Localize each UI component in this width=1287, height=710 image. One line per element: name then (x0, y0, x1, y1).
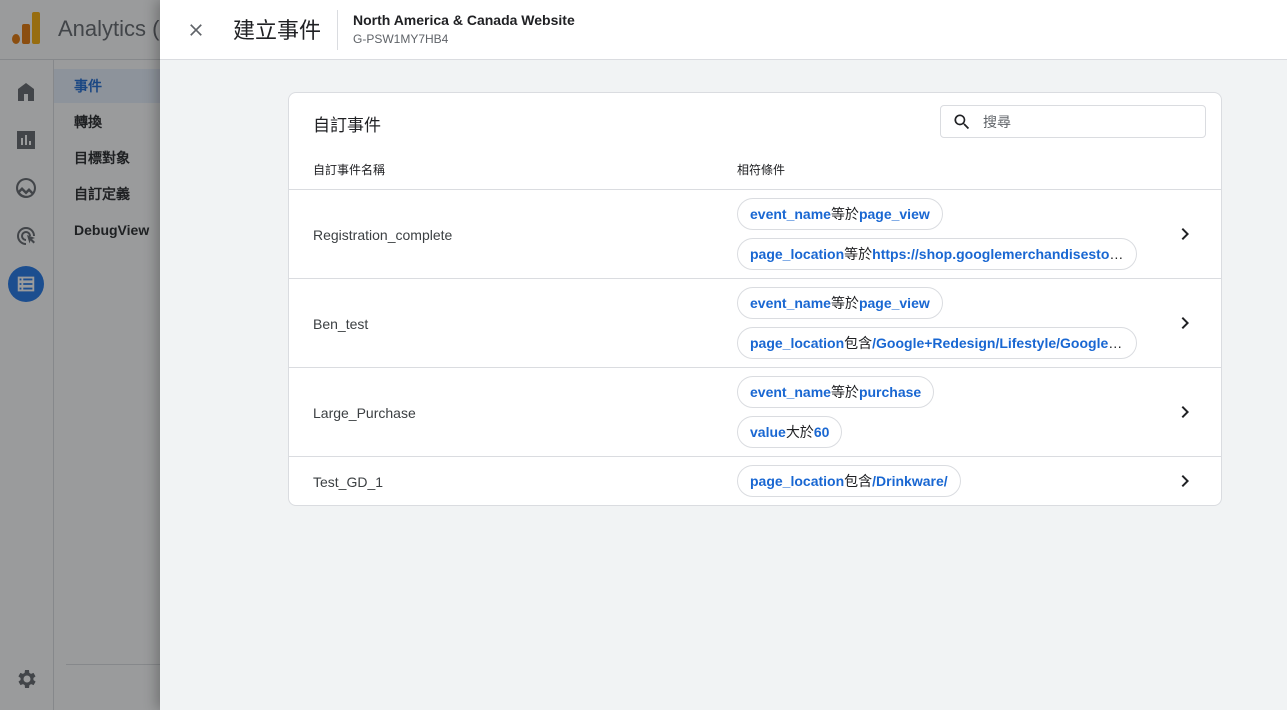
event-name: Large_Purchase (313, 405, 416, 421)
event-row-registration-complete[interactable]: Registration_complete event_name等於page_v… (289, 189, 1221, 278)
search-box[interactable] (940, 105, 1206, 138)
condition-chip: value大於60 (737, 416, 843, 448)
condition-chip: page_location包含/Google+Redesign/Lifestyl… (737, 327, 1137, 359)
condition-chip: page_location包含/Drinkware/ (737, 465, 961, 497)
column-header-conditions: 相符條件 (737, 163, 786, 177)
chevron-right-icon[interactable] (1173, 469, 1197, 493)
event-name: Registration_complete (313, 227, 453, 243)
chevron-right-icon[interactable] (1173, 222, 1197, 246)
chevron-right-icon[interactable] (1173, 311, 1197, 335)
create-event-panel: 建立事件 North America & Canada Website G-PS… (160, 0, 1287, 710)
search-icon (954, 114, 970, 130)
custom-events-card: 自訂事件 自訂事件名稱 相符條件 Registration_complete e… (288, 92, 1222, 506)
event-name: Test_GD_1 (313, 474, 384, 490)
event-row-test-gd-1[interactable]: Test_GD_1 page_location包含/Drinkware/ (289, 456, 1221, 505)
property-name: North America & Canada Website (353, 12, 575, 28)
property-id: G-PSW1MY7HB4 (353, 32, 449, 46)
event-name: Ben_test (313, 316, 369, 332)
search-input[interactable] (983, 110, 1193, 134)
condition-chip: page_location等於https://shop.googlemercha… (737, 238, 1137, 270)
panel-title: 建立事件 (233, 18, 322, 43)
event-row-large-purchase[interactable]: Large_Purchase event_name等於purchase valu… (289, 367, 1221, 456)
chevron-right-icon[interactable] (1173, 400, 1197, 424)
condition-chip: event_name等於purchase (737, 376, 935, 408)
header-divider (337, 10, 338, 50)
condition-chip: event_name等於page_view (737, 198, 943, 230)
column-header-name[interactable]: 自訂事件名稱 (313, 161, 385, 178)
condition-chip: event_name等於page_view (737, 287, 943, 319)
card-title: 自訂事件 (313, 116, 381, 135)
event-row-ben-test[interactable]: Ben_test event_name等於page_view page_loca… (289, 278, 1221, 367)
close-icon (190, 24, 202, 36)
panel-header: 建立事件 North America & Canada Website G-PS… (160, 0, 1287, 60)
close-button[interactable] (182, 16, 210, 44)
